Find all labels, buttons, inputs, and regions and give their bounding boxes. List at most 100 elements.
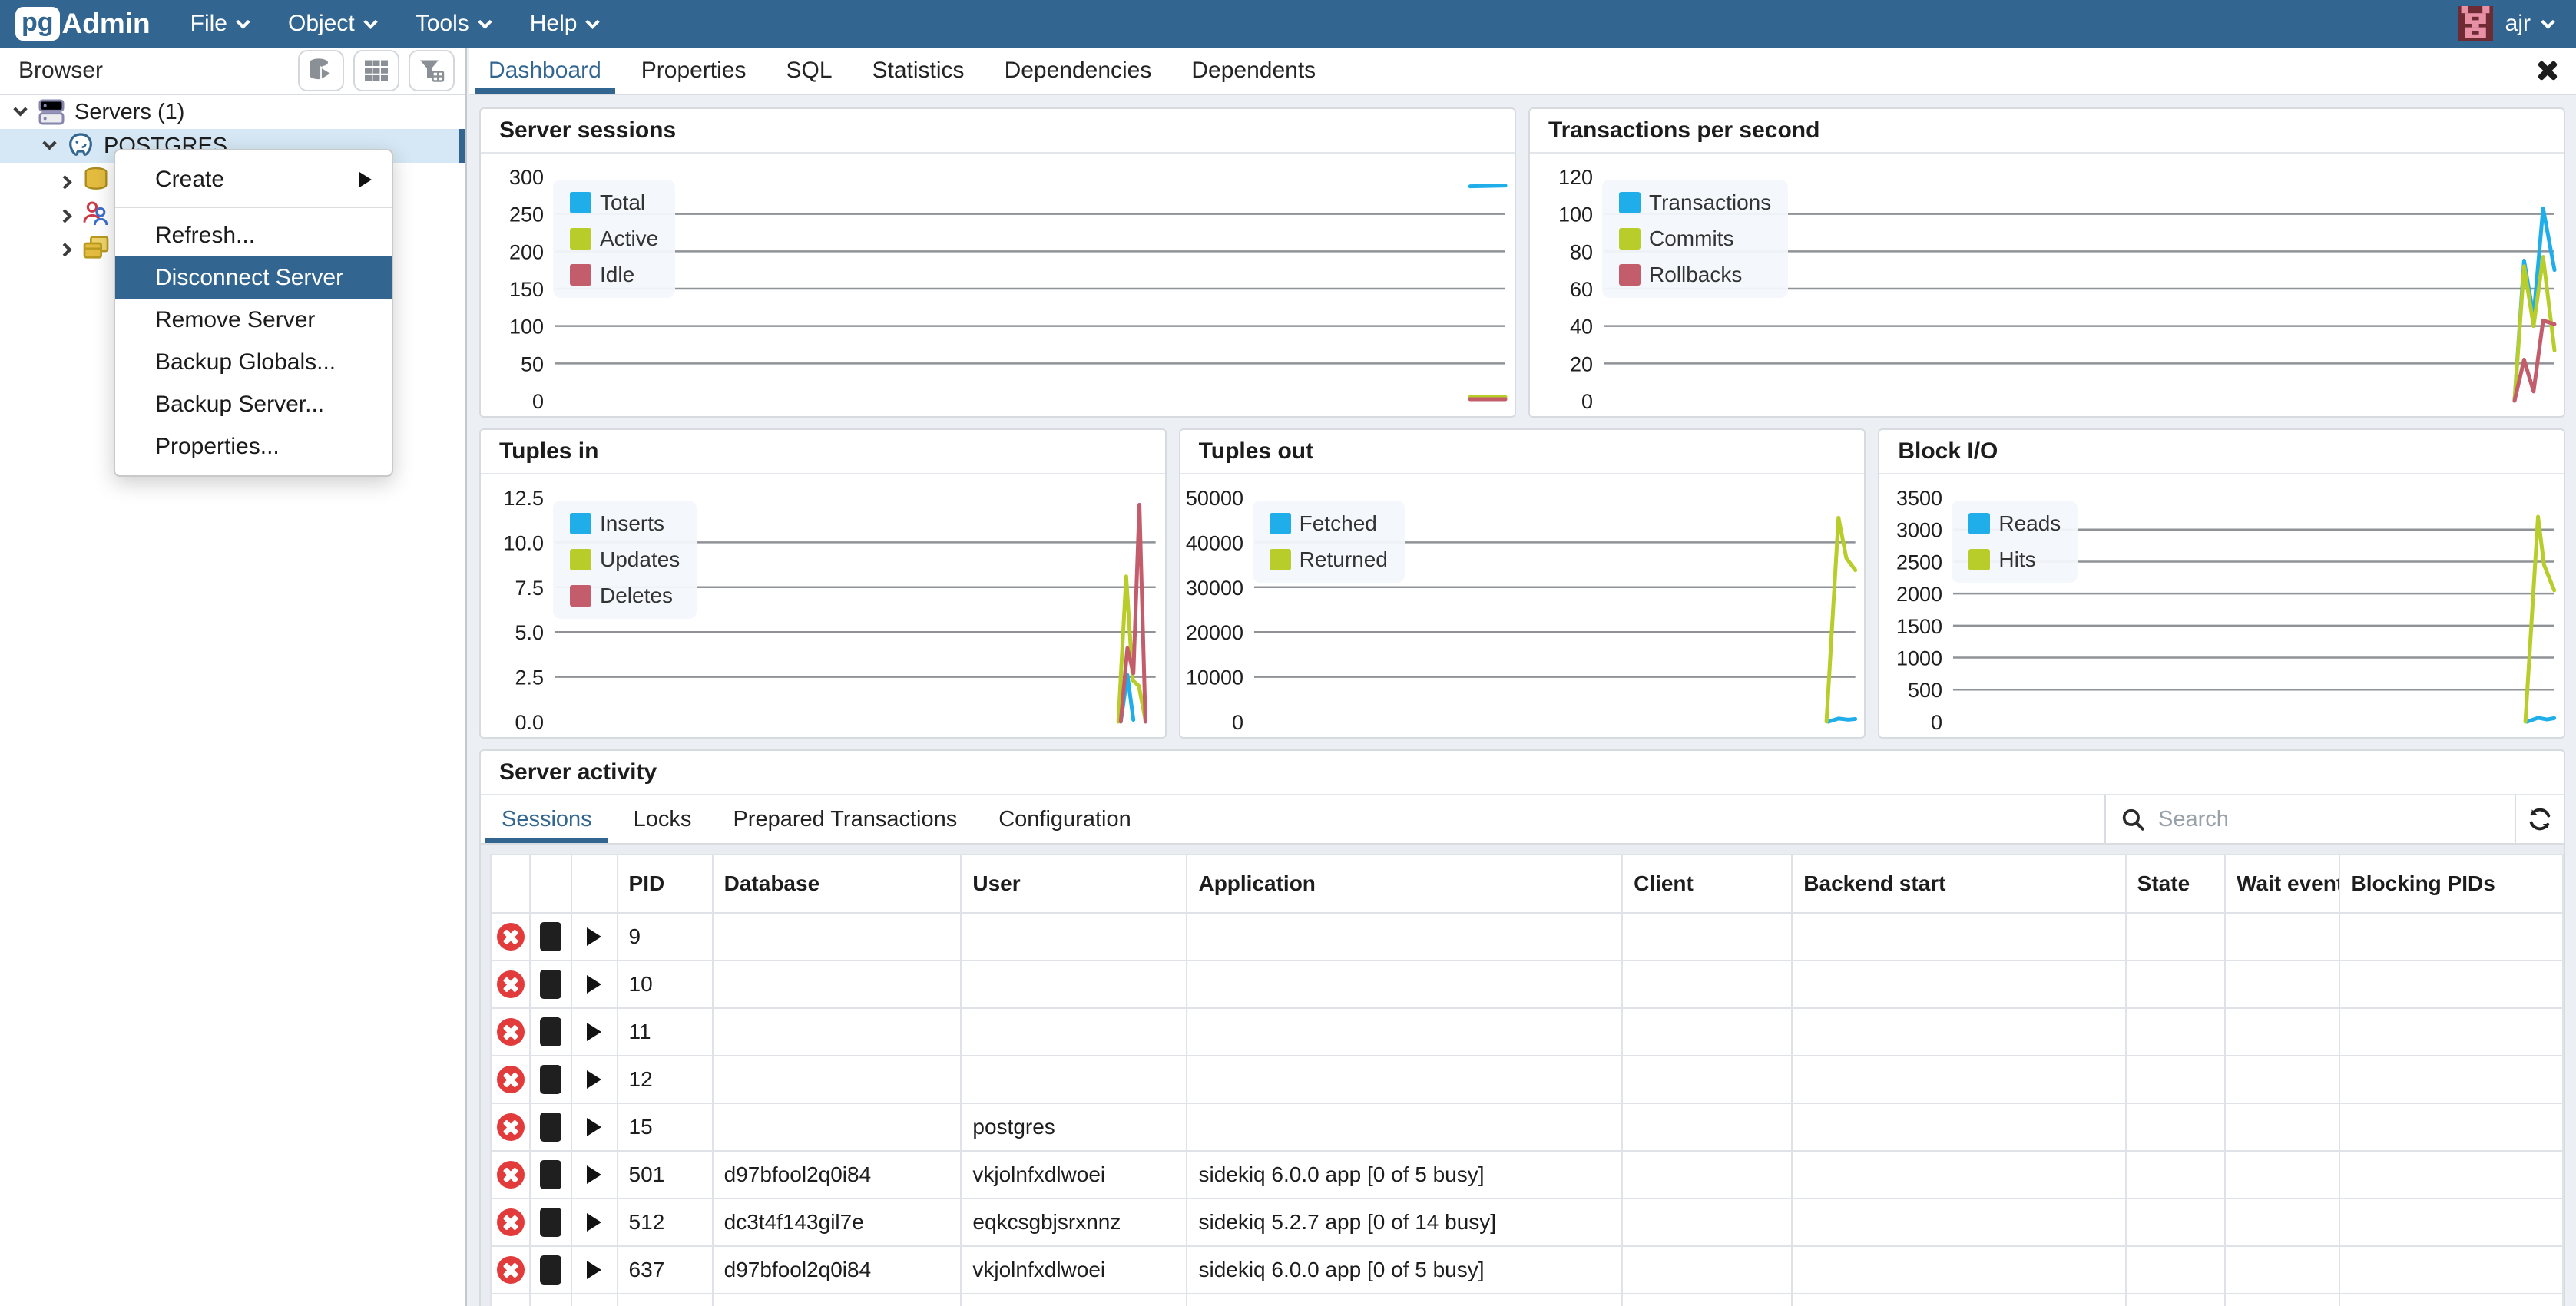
expand-row-icon[interactable] <box>587 1023 601 1041</box>
chevron-down-icon <box>363 15 377 28</box>
expand-row-icon[interactable] <box>587 1261 601 1279</box>
table-header-row: PID Database User Application Client Bac… <box>491 855 2563 913</box>
session-search <box>2104 795 2515 843</box>
col-state: State <box>2126 855 2226 913</box>
svg-text:3500: 3500 <box>1896 487 1942 510</box>
terminate-session-button[interactable] <box>497 1256 525 1284</box>
cell-client <box>1622 1199 1792 1246</box>
context-menu-item-refresh[interactable]: Refresh... <box>115 214 392 256</box>
server-activity-tabbar: Sessions Locks Prepared Transactions Con… <box>481 795 2564 845</box>
svg-text:20: 20 <box>1570 352 1593 375</box>
cell-wait_event <box>2225 1151 2339 1199</box>
cell-pid: 10 <box>618 960 713 1008</box>
svg-text:2500: 2500 <box>1896 551 1942 574</box>
menu-file[interactable]: File <box>190 11 248 37</box>
cell-blocking_pids <box>2339 1246 2563 1294</box>
tab-dependents[interactable]: Dependents <box>1171 48 1336 94</box>
cancel-query-button[interactable] <box>540 1065 561 1094</box>
chevron-down-icon[interactable] <box>42 136 56 150</box>
tab-statistics[interactable]: Statistics <box>853 48 985 94</box>
terminate-session-button[interactable] <box>497 970 525 998</box>
expand-row-icon[interactable] <box>587 1165 601 1184</box>
terminate-session-button[interactable] <box>497 1161 525 1189</box>
menu-object[interactable]: Object <box>288 11 376 37</box>
tab-sessions[interactable]: Sessions <box>481 795 613 843</box>
cell-user: postgres <box>961 1103 1187 1151</box>
tree-label-servers: Servers (1) <box>74 100 184 125</box>
expand-row-icon[interactable] <box>587 927 601 946</box>
context-menu-item-properties[interactable]: Properties... <box>115 425 392 468</box>
cell-client <box>1622 1103 1792 1151</box>
chevron-right-icon[interactable] <box>58 209 71 223</box>
terminate-session-button[interactable] <box>497 1066 525 1093</box>
context-menu-item-backup-globals[interactable]: Backup Globals... <box>115 341 392 383</box>
svg-text:20000: 20000 <box>1186 621 1243 644</box>
context-menu-item-create[interactable]: Create <box>115 158 392 200</box>
filtered-rows-button[interactable] <box>409 50 455 91</box>
tab-sql[interactable]: SQL <box>767 48 853 94</box>
menu-help[interactable]: Help <box>530 11 598 37</box>
avatar <box>2458 6 2493 41</box>
chevron-down-icon[interactable] <box>13 102 27 116</box>
legend-swatch <box>570 228 591 250</box>
cancel-query-button[interactable] <box>540 1208 561 1237</box>
chart-title: Transactions per second <box>1530 109 2564 154</box>
svg-text:150: 150 <box>509 278 544 301</box>
tab-locks[interactable]: Locks <box>613 795 713 843</box>
terminate-session-button[interactable] <box>497 1018 525 1046</box>
tab-dependencies[interactable]: Dependencies <box>985 48 1172 94</box>
chevron-right-icon[interactable] <box>58 175 71 189</box>
cancel-query-button[interactable] <box>540 1255 561 1285</box>
svg-text:40000: 40000 <box>1186 531 1243 554</box>
expand-row-icon[interactable] <box>587 975 601 994</box>
context-menu-item-backup-server[interactable]: Backup Server... <box>115 383 392 425</box>
session-row: 501d97bfool2q0i84vkjolnfxdlwoeisidekiq 6… <box>491 1151 2563 1199</box>
cancel-query-button[interactable] <box>540 1017 561 1046</box>
cell-state <box>2126 1103 2226 1151</box>
svg-text:120: 120 <box>1558 166 1593 189</box>
cancel-query-button[interactable] <box>540 1160 561 1189</box>
search-input[interactable] <box>2146 807 2507 832</box>
tree-item-servers[interactable]: Servers (1) <box>0 95 465 129</box>
cancel-query-button[interactable] <box>540 922 561 951</box>
databases-icon <box>81 164 111 195</box>
cell-backend_start <box>1792 1246 2125 1294</box>
query-tool-button[interactable] <box>298 50 344 91</box>
tab-dashboard[interactable]: Dashboard <box>469 48 621 94</box>
close-panel-icon[interactable] <box>2535 58 2561 84</box>
terminate-session-button[interactable] <box>497 1113 525 1141</box>
chart-card-transactions-per-second: Transactions per second 120100806040200 … <box>1528 107 2565 418</box>
expand-row-icon[interactable] <box>587 1070 601 1089</box>
user-menu[interactable]: ajr <box>2458 6 2553 41</box>
cell-pid: 512 <box>618 1199 713 1246</box>
svg-text:12.5: 12.5 <box>503 487 544 510</box>
menu-tools[interactable]: Tools <box>416 11 490 37</box>
legend-swatch <box>1619 264 1641 286</box>
cell-pid: 15 <box>618 1103 713 1151</box>
tab-prepared-transactions[interactable]: Prepared Transactions <box>712 795 978 843</box>
expand-row-icon[interactable] <box>587 1213 601 1232</box>
tab-properties[interactable]: Properties <box>621 48 767 94</box>
refresh-button[interactable] <box>2515 795 2564 843</box>
col-database: Database <box>713 855 962 913</box>
cell-database <box>713 960 962 1008</box>
cell-backend_start <box>1792 1199 2125 1246</box>
chart-legend: Reads Hits <box>1952 501 2078 583</box>
cancel-query-button[interactable] <box>540 970 561 999</box>
cell-wait_event <box>2225 1008 2339 1056</box>
context-menu-item-remove-server[interactable]: Remove Server <box>115 299 392 341</box>
view-data-button[interactable] <box>353 50 399 91</box>
tab-configuration[interactable]: Configuration <box>978 795 1152 843</box>
terminate-session-button[interactable] <box>497 1208 525 1236</box>
chevron-right-icon[interactable] <box>58 243 71 256</box>
pgadmin-logo-pg: pg <box>15 7 60 41</box>
svg-text:0: 0 <box>532 390 544 413</box>
expand-row-icon[interactable] <box>587 1118 601 1136</box>
terminate-session-button[interactable] <box>497 923 525 951</box>
cancel-query-button[interactable] <box>540 1113 561 1142</box>
submenu-arrow-icon <box>359 172 372 187</box>
context-menu-item-disconnect-server[interactable]: Disconnect Server <box>115 256 392 299</box>
search-icon <box>2120 806 2146 832</box>
cell-wait_event <box>2225 1246 2339 1294</box>
svg-text:200: 200 <box>509 240 544 263</box>
